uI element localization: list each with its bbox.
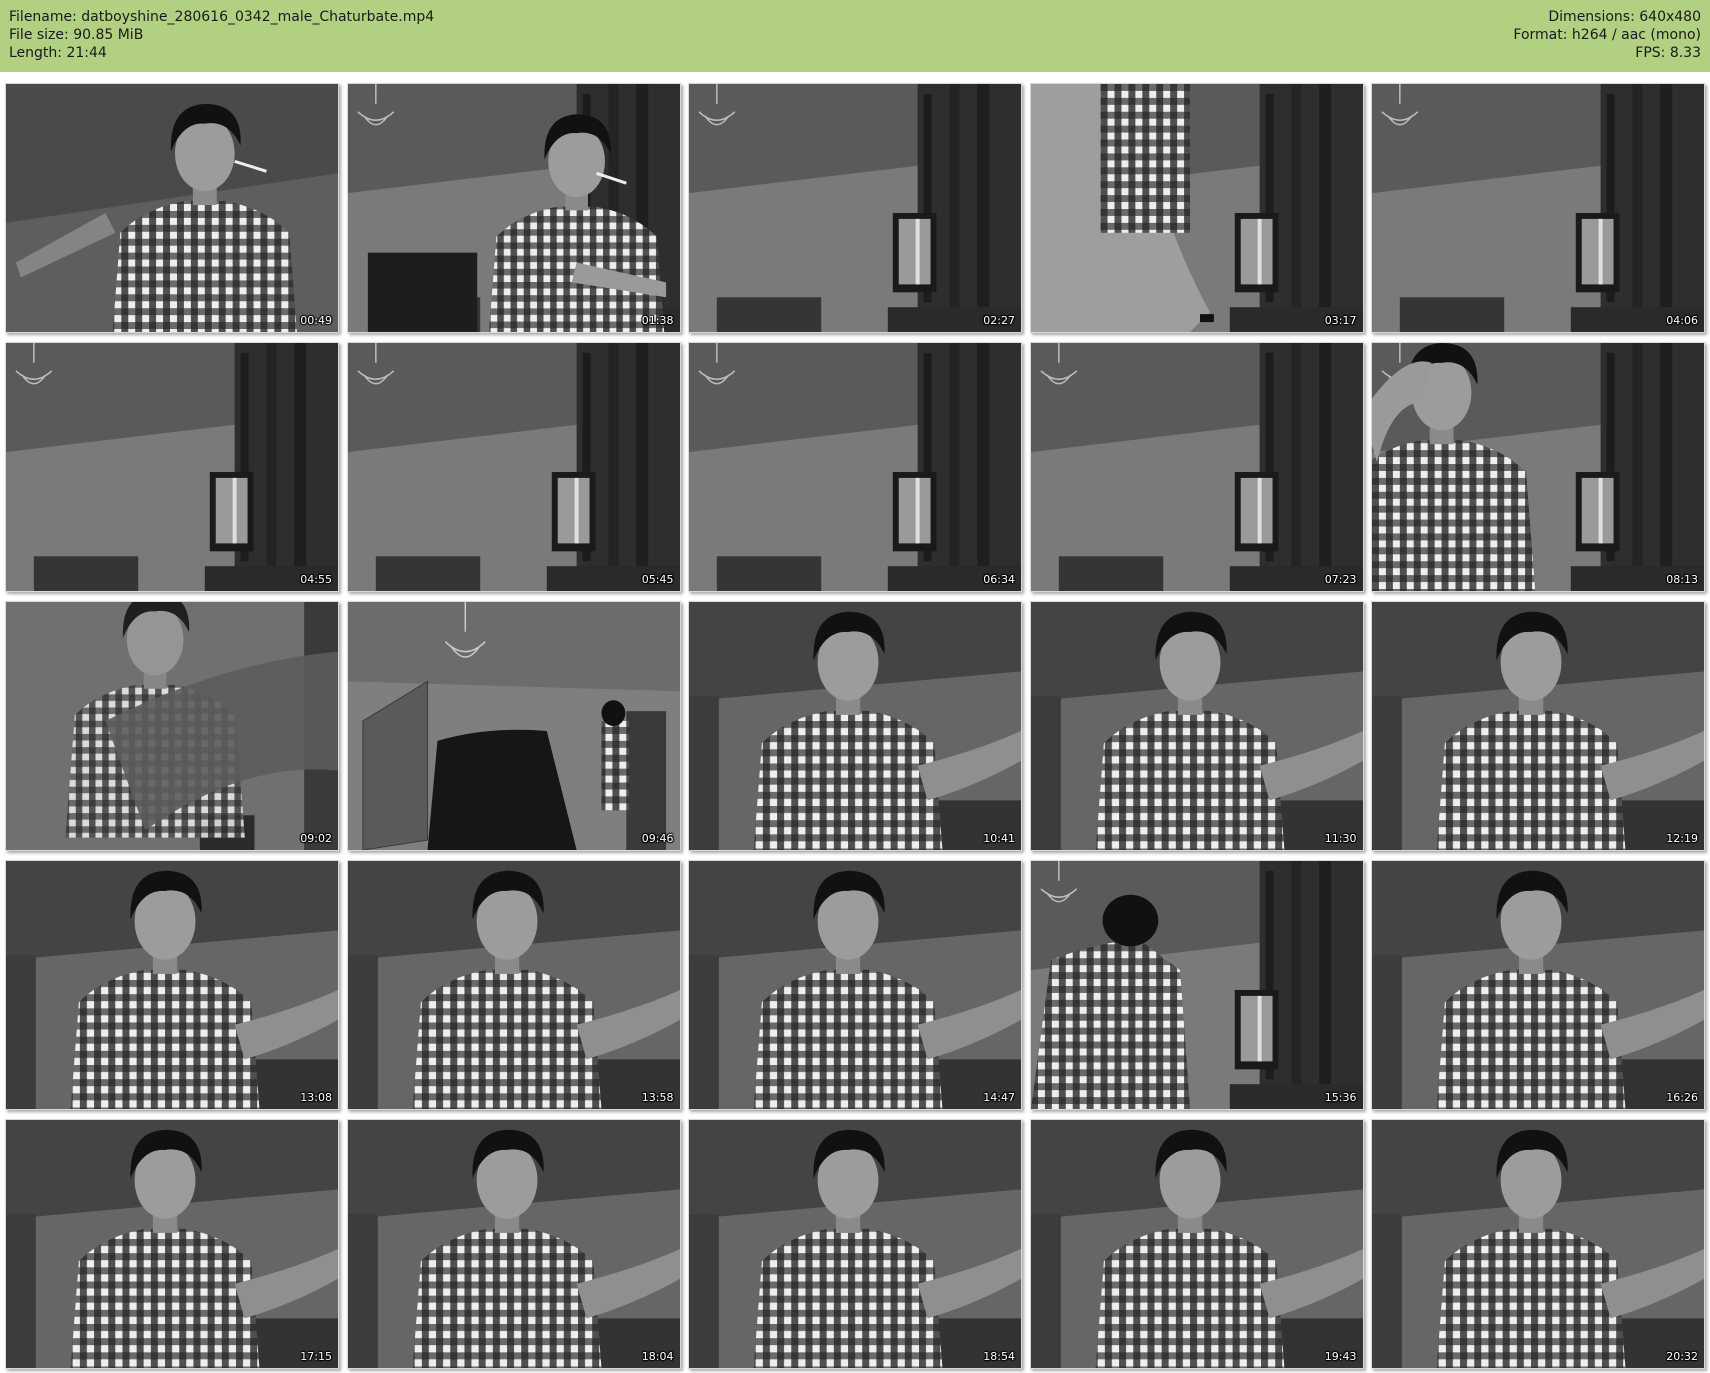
thumbnail-image xyxy=(689,602,1021,850)
thumbnail-frame: 06:34 xyxy=(688,342,1022,592)
thumbnail-frame: 20:32 xyxy=(1371,1119,1705,1369)
thumbnail-image xyxy=(1372,602,1704,850)
thumbnail-frame: 13:08 xyxy=(5,860,339,1110)
format-text: Format: h264 / aac (mono) xyxy=(1513,27,1701,43)
filesize-text: File size: 90.85 MiB xyxy=(9,27,144,43)
dimensions-text: Dimensions: 640x480 xyxy=(1548,9,1701,25)
thumbnail-image xyxy=(1372,1120,1704,1368)
thumbnail-frame: 04:55 xyxy=(5,342,339,592)
thumbnail-frame: 07:23 xyxy=(1029,342,1364,592)
thumbnail-timestamp: 04:55 xyxy=(300,573,332,586)
thumbnail-frame: 04:06 xyxy=(1371,83,1705,333)
thumbnail-image xyxy=(6,861,338,1109)
thumbnail-timestamp: 20:32 xyxy=(1666,1350,1698,1363)
thumbnail-timestamp: 08:13 xyxy=(1666,573,1698,586)
thumbnail-timestamp: 03:17 xyxy=(1324,314,1357,327)
thumbnail-timestamp: 13:08 xyxy=(300,1091,332,1104)
thumbnail-image xyxy=(1030,84,1363,332)
thumbnail-timestamp: 18:54 xyxy=(983,1350,1015,1363)
thumbnail-image xyxy=(347,343,680,591)
thumbnail-timestamp: 05:45 xyxy=(641,573,674,586)
thumbnail-frame: 17:15 xyxy=(5,1119,339,1369)
thumbnail-image xyxy=(1030,1120,1363,1368)
thumbnail-timestamp: 09:02 xyxy=(300,832,332,845)
thumbnail-frame: 13:58 xyxy=(346,860,681,1110)
thumbnail-timestamp: 00:49 xyxy=(300,314,332,327)
thumbnail-timestamp: 01:38 xyxy=(641,314,674,327)
thumbnail-image xyxy=(347,1120,680,1368)
thumbnail-frame: 02:27 xyxy=(688,83,1022,333)
fps-text: FPS: 8.33 xyxy=(1635,45,1701,61)
thumbnail-timestamp: 09:46 xyxy=(641,832,674,845)
thumbnail-timestamp: 07:23 xyxy=(1324,573,1357,586)
thumbnail-timestamp: 10:41 xyxy=(983,832,1015,845)
thumbnail-timestamp: 16:26 xyxy=(1666,1091,1698,1104)
thumbnail-timestamp: 15:36 xyxy=(1324,1091,1357,1104)
thumbnail-image xyxy=(6,602,338,850)
thumbnail-frame: 09:02 xyxy=(5,601,339,851)
thumbnail-image xyxy=(689,1120,1021,1368)
thumbnail-image xyxy=(6,343,338,591)
thumbnail-timestamp: 11:30 xyxy=(1324,832,1357,845)
video-info: Dimensions: 640x480 Format: h264 / aac (… xyxy=(1513,8,1701,62)
thumbnail-image xyxy=(347,84,680,332)
thumbnail-frame: 00:49 xyxy=(5,83,339,333)
thumbnail-image xyxy=(689,861,1021,1109)
thumbnail-frame: 09:46 xyxy=(346,601,681,851)
thumbnail-image xyxy=(6,84,338,332)
length-text: Length: 21:44 xyxy=(9,45,107,61)
thumbnail-image xyxy=(689,84,1021,332)
thumbnail-timestamp: 17:15 xyxy=(300,1350,332,1363)
thumbnail-frame: 15:36 xyxy=(1029,860,1364,1110)
thumbnail-frame: 05:45 xyxy=(346,342,681,592)
file-info: Filename: datboyshine_280616_0342_male_C… xyxy=(9,8,434,62)
thumbnail-timestamp: 06:34 xyxy=(983,573,1015,586)
thumbnail-timestamp: 12:19 xyxy=(1666,832,1698,845)
thumbnail-image xyxy=(1030,602,1363,850)
thumbnail-frame: 12:19 xyxy=(1371,601,1705,851)
thumbnail-frame: 14:47 xyxy=(688,860,1022,1110)
thumbnail-frame: 01:38 xyxy=(346,83,681,333)
thumbnail-timestamp: 02:27 xyxy=(983,314,1015,327)
thumbnail-frame: 10:41 xyxy=(688,601,1022,851)
thumbnail-image xyxy=(347,602,680,850)
thumbnail-frame: 19:43 xyxy=(1029,1119,1364,1369)
thumbnail-image xyxy=(1372,84,1704,332)
thumbnail-image xyxy=(1372,343,1704,591)
filename-text: Filename: datboyshine_280616_0342_male_C… xyxy=(9,9,435,25)
thumbnail-image xyxy=(1030,861,1363,1109)
thumbnail-image xyxy=(347,861,680,1109)
thumbnail-image xyxy=(689,343,1021,591)
thumbnail-frame: 08:13 xyxy=(1371,342,1705,592)
thumbnail-grid: 00:49 01:38 02:27 03:17 04:06 04:55 05:45 06:34… xyxy=(5,83,1705,1369)
thumbnail-image xyxy=(1372,861,1704,1109)
thumbnail-timestamp: 13:58 xyxy=(641,1091,674,1104)
thumbnail-frame: 18:04 xyxy=(346,1119,681,1369)
thumbnail-timestamp: 04:06 xyxy=(1666,314,1698,327)
thumbnail-frame: 16:26 xyxy=(1371,860,1705,1110)
thumbnail-frame: 11:30 xyxy=(1029,601,1364,851)
thumbnail-frame: 03:17 xyxy=(1029,83,1364,333)
thumbnail-image xyxy=(6,1120,338,1368)
thumbnail-timestamp: 19:43 xyxy=(1324,1350,1357,1363)
thumbnail-timestamp: 14:47 xyxy=(983,1091,1015,1104)
thumbnail-frame: 18:54 xyxy=(688,1119,1022,1369)
thumbnail-timestamp: 18:04 xyxy=(641,1350,674,1363)
thumbnail-image xyxy=(1030,343,1363,591)
info-header: Filename: datboyshine_280616_0342_male_C… xyxy=(0,0,1710,72)
